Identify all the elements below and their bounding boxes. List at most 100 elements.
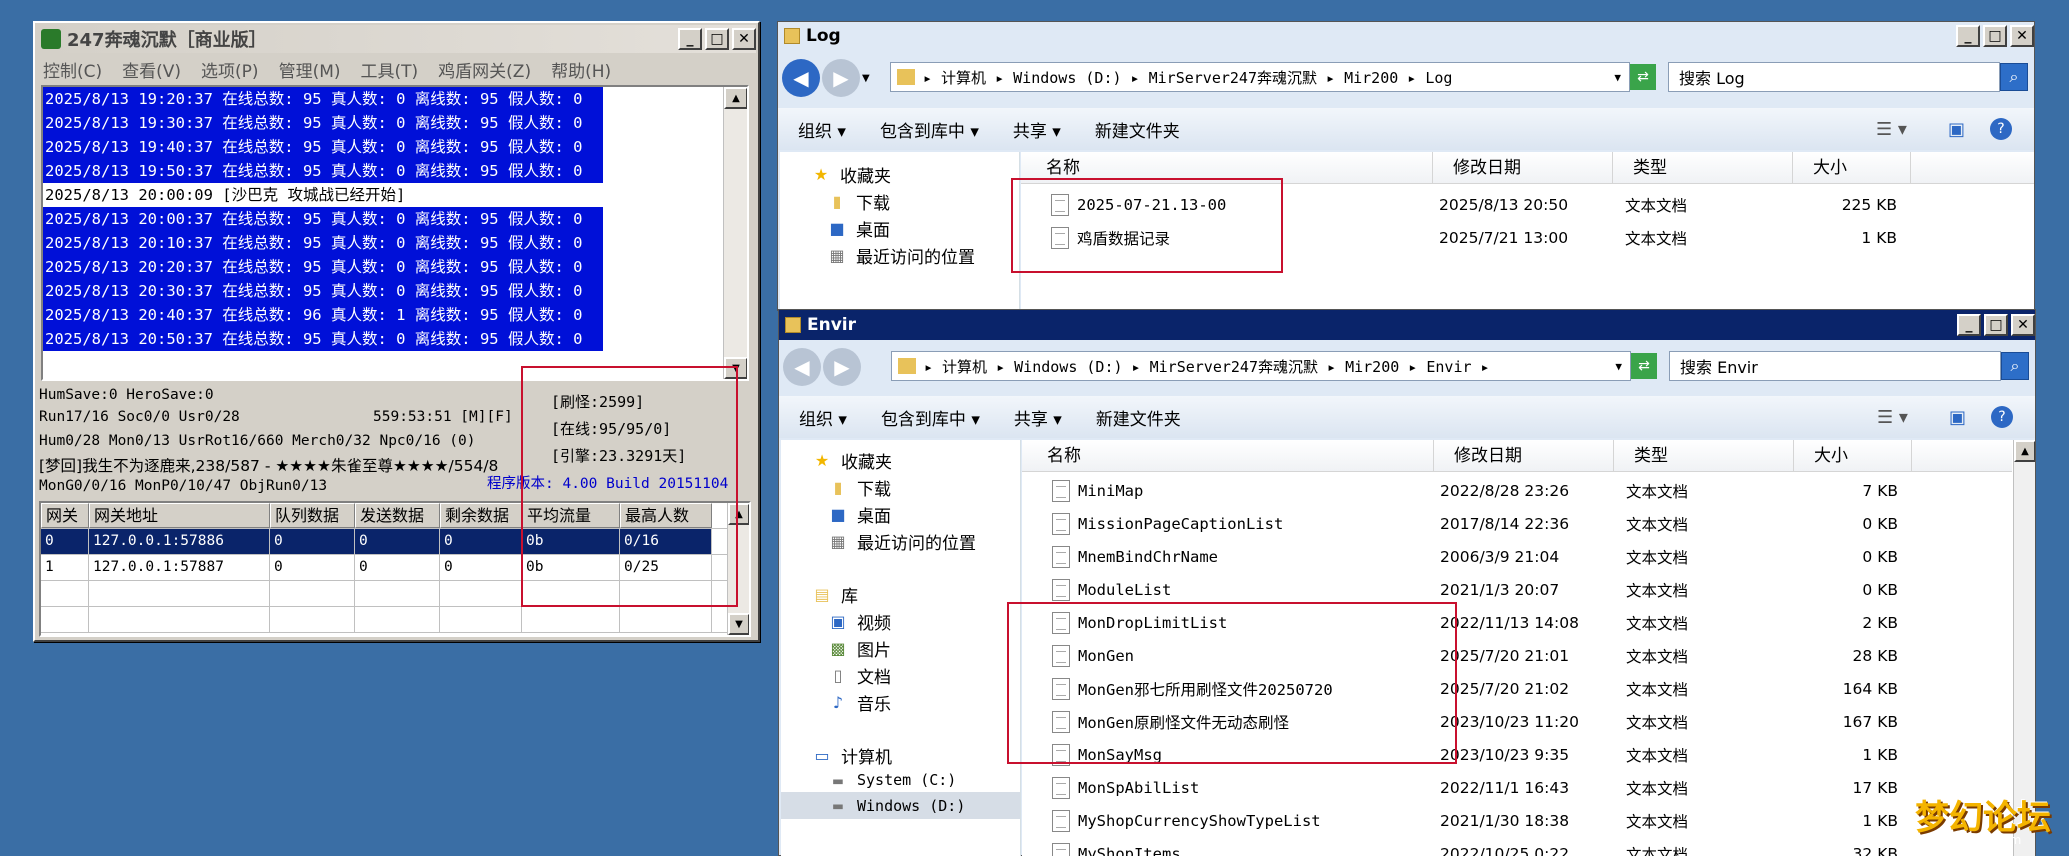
- file-row[interactable]: MiniMap 2022/8/28 23:26 文本文档 7 KB: [1022, 474, 2012, 507]
- maximize-button[interactable]: □: [1984, 314, 2008, 336]
- col-date[interactable]: 修改日期: [1434, 440, 1614, 471]
- search-icon[interactable]: ⌕: [2001, 352, 2029, 380]
- minimize-button[interactable]: _: [1957, 314, 1981, 336]
- back-arrow-icon[interactable]: ◀: [782, 59, 820, 97]
- scroll-down-button[interactable]: ▼: [728, 613, 749, 635]
- table-row[interactable]: 1 127.0.0.1:57887 0 0 0 0b 0/25: [41, 555, 749, 581]
- menu-manage[interactable]: 管理(M): [279, 57, 341, 82]
- col-max-users[interactable]: 最高人数: [620, 503, 712, 528]
- close-button[interactable]: ✕: [2010, 25, 2034, 47]
- organize-button[interactable]: 组织 ▾: [798, 117, 846, 142]
- nav-favorites[interactable]: ★ 收藏夹: [810, 162, 891, 187]
- menu-control[interactable]: 控制(C): [43, 57, 102, 82]
- nav-documents[interactable]: ▯ 文档: [827, 663, 891, 688]
- view-options-icon[interactable]: ☰ ▾: [1877, 407, 1908, 428]
- file-row[interactable]: MissionPageCaptionList 2017/8/14 22:36 文本文…: [1022, 507, 2012, 540]
- file-row[interactable]: 2025-07-21.13-00 2025/8/13 20:50 文本文档 225 K…: [1021, 188, 2011, 221]
- table-scrollbar[interactable]: ▲ ▼: [727, 503, 749, 635]
- col-sent[interactable]: 发送数据: [355, 503, 440, 528]
- nav-downloads[interactable]: ▮ 下载: [827, 475, 891, 500]
- file-row[interactable]: MyShopCurrencyShowTypeList 2021/1/30 18:3…: [1022, 804, 2012, 837]
- menu-help[interactable]: 帮助(H): [551, 57, 611, 82]
- view-options-icon[interactable]: ☰ ▾: [1876, 119, 1907, 140]
- back-arrow-icon[interactable]: ◀: [783, 348, 821, 386]
- file-row[interactable]: MonGen原刷怪文件无动态刷怪 2023/10/23 11:20 文本文档 167 …: [1022, 705, 2012, 738]
- server-log[interactable]: 2025/8/13 19:20:37 在线总数: 95 真人数: 0 离线数: …: [41, 85, 749, 381]
- scroll-up-button[interactable]: ▲: [2014, 440, 2035, 462]
- nav-recent[interactable]: ▦ 最近访问的位置: [826, 243, 975, 268]
- nav-recent[interactable]: ▦ 最近访问的位置: [827, 529, 976, 554]
- preview-pane-icon[interactable]: ▣: [1948, 119, 1965, 140]
- file-row[interactable]: MonDropLimitList 2022/11/13 14:08 文本文档 2 KB: [1022, 606, 2012, 639]
- menu-view[interactable]: 查看(V): [122, 57, 181, 82]
- refresh-icon[interactable]: ⇄: [1631, 353, 1657, 379]
- col-size[interactable]: 大小: [1794, 440, 1912, 471]
- nav-music[interactable]: ♪ 音乐: [827, 690, 891, 715]
- log-search-input[interactable]: 搜索 Log: [1668, 62, 2000, 92]
- col-name[interactable]: 名称: [1022, 440, 1434, 471]
- col-avg-flow[interactable]: 平均流量: [522, 503, 620, 528]
- menu-tools[interactable]: 工具(T): [361, 57, 419, 82]
- log-title-bar[interactable]: Log _ □ ✕: [778, 22, 2034, 50]
- col-queue[interactable]: 队列数据: [270, 503, 355, 528]
- col-address[interactable]: 网关地址: [89, 503, 270, 528]
- refresh-icon[interactable]: ⇄: [1630, 64, 1656, 90]
- menu-gateway-shield[interactable]: 鸡盾网关(Z): [438, 57, 531, 82]
- col-gateway[interactable]: 网关: [41, 503, 89, 528]
- help-icon[interactable]: ?: [1990, 118, 2012, 140]
- nav-drive-c[interactable]: ▬ System (C:): [827, 770, 956, 790]
- address-dropdown-icon[interactable]: ▼: [1615, 360, 1622, 373]
- col-type[interactable]: 类型: [1613, 152, 1793, 183]
- menu-options[interactable]: 选项(P): [201, 57, 259, 82]
- history-dropdown-icon[interactable]: ▼: [862, 73, 870, 84]
- share-button[interactable]: 共享 ▾: [1013, 117, 1061, 142]
- col-remaining[interactable]: 剩余数据: [440, 503, 522, 528]
- nav-videos[interactable]: ▣ 视频: [827, 609, 891, 634]
- maximize-button[interactable]: □: [1983, 25, 2007, 47]
- close-button[interactable]: ✕: [2011, 314, 2035, 336]
- nav-drive-d[interactable]: ▬ Windows (D:): [781, 792, 1020, 819]
- envir-title-bar[interactable]: Envir _ □ ✕: [779, 310, 2035, 340]
- scroll-down-button[interactable]: ▼: [724, 357, 747, 379]
- col-size[interactable]: 大小: [1793, 152, 1911, 183]
- minimize-button[interactable]: _: [678, 28, 702, 50]
- include-library-button[interactable]: 包含到库中 ▾: [881, 405, 980, 430]
- search-icon[interactable]: ⌕: [2000, 63, 2028, 91]
- log-address-bar[interactable]: ▸ 计算机 ▸ Windows (D:) ▸ MirServer247奔魂沉默 …: [890, 62, 1630, 92]
- m2-title-bar[interactable]: 247奔魂沉默［商业版］ _ □ ✕: [37, 25, 756, 53]
- address-dropdown-icon[interactable]: ▼: [1614, 71, 1621, 84]
- col-name[interactable]: 名称: [1021, 152, 1433, 183]
- table-row[interactable]: 0 127.0.0.1:57886 0 0 0 0b 0/16: [41, 529, 749, 555]
- forward-arrow-icon[interactable]: ▶: [822, 59, 860, 97]
- nav-pictures[interactable]: ▩ 图片: [827, 636, 891, 661]
- col-date[interactable]: 修改日期: [1433, 152, 1613, 183]
- envir-address-bar[interactable]: ▸ 计算机 ▸ Windows (D:) ▸ MirServer247奔魂沉默 …: [891, 351, 1631, 381]
- file-row[interactable]: MyShopItems 2022/10/25 0:22 文本文档 32 KB: [1022, 837, 2012, 856]
- nav-favorites[interactable]: ★ 收藏夹: [811, 448, 892, 473]
- log-scrollbar[interactable]: ▲ ▼: [723, 87, 747, 379]
- close-button[interactable]: ✕: [732, 28, 756, 50]
- nav-libraries[interactable]: ▤ 库: [811, 582, 858, 607]
- file-row[interactable]: MonGen 2025/7/20 21:01 文本文档 28 KB: [1022, 639, 2012, 672]
- nav-desktop[interactable]: ■ 桌面: [826, 216, 890, 241]
- new-folder-button[interactable]: 新建文件夹: [1095, 117, 1180, 142]
- preview-pane-icon[interactable]: ▣: [1949, 407, 1966, 428]
- file-row[interactable]: 鸡盾数据记录 2025/7/21 13:00 文本文档 1 KB: [1021, 221, 2011, 254]
- file-row[interactable]: MonSpAbilList 2022/11/1 16:43 文本文档 17 KB: [1022, 771, 2012, 804]
- col-type[interactable]: 类型: [1614, 440, 1794, 471]
- envir-search-input[interactable]: 搜索 Envir: [1669, 351, 2001, 381]
- organize-button[interactable]: 组织 ▾: [799, 405, 847, 430]
- file-row[interactable]: MnemBindChrName 2006/3/9 21:04 文本文档 0 KB: [1022, 540, 2012, 573]
- maximize-button[interactable]: □: [705, 28, 729, 50]
- file-row[interactable]: MonGen邪七所用刷怪文件20250720 2025/7/20 21:02 文本文…: [1022, 672, 2012, 705]
- minimize-button[interactable]: _: [1956, 25, 1980, 47]
- forward-arrow-icon[interactable]: ▶: [823, 348, 861, 386]
- help-icon[interactable]: ?: [1991, 406, 2013, 428]
- file-row[interactable]: ModuleList 2021/1/3 20:07 文本文档 0 KB: [1022, 573, 2012, 606]
- nav-downloads[interactable]: ▮ 下载: [826, 189, 890, 214]
- nav-computer[interactable]: ▭ 计算机: [811, 743, 892, 768]
- share-button[interactable]: 共享 ▾: [1014, 405, 1062, 430]
- file-row[interactable]: MonSayMsg 2023/10/23 9:35 文本文档 1 KB: [1022, 738, 2012, 771]
- include-library-button[interactable]: 包含到库中 ▾: [880, 117, 979, 142]
- scroll-up-button[interactable]: ▲: [728, 503, 749, 525]
